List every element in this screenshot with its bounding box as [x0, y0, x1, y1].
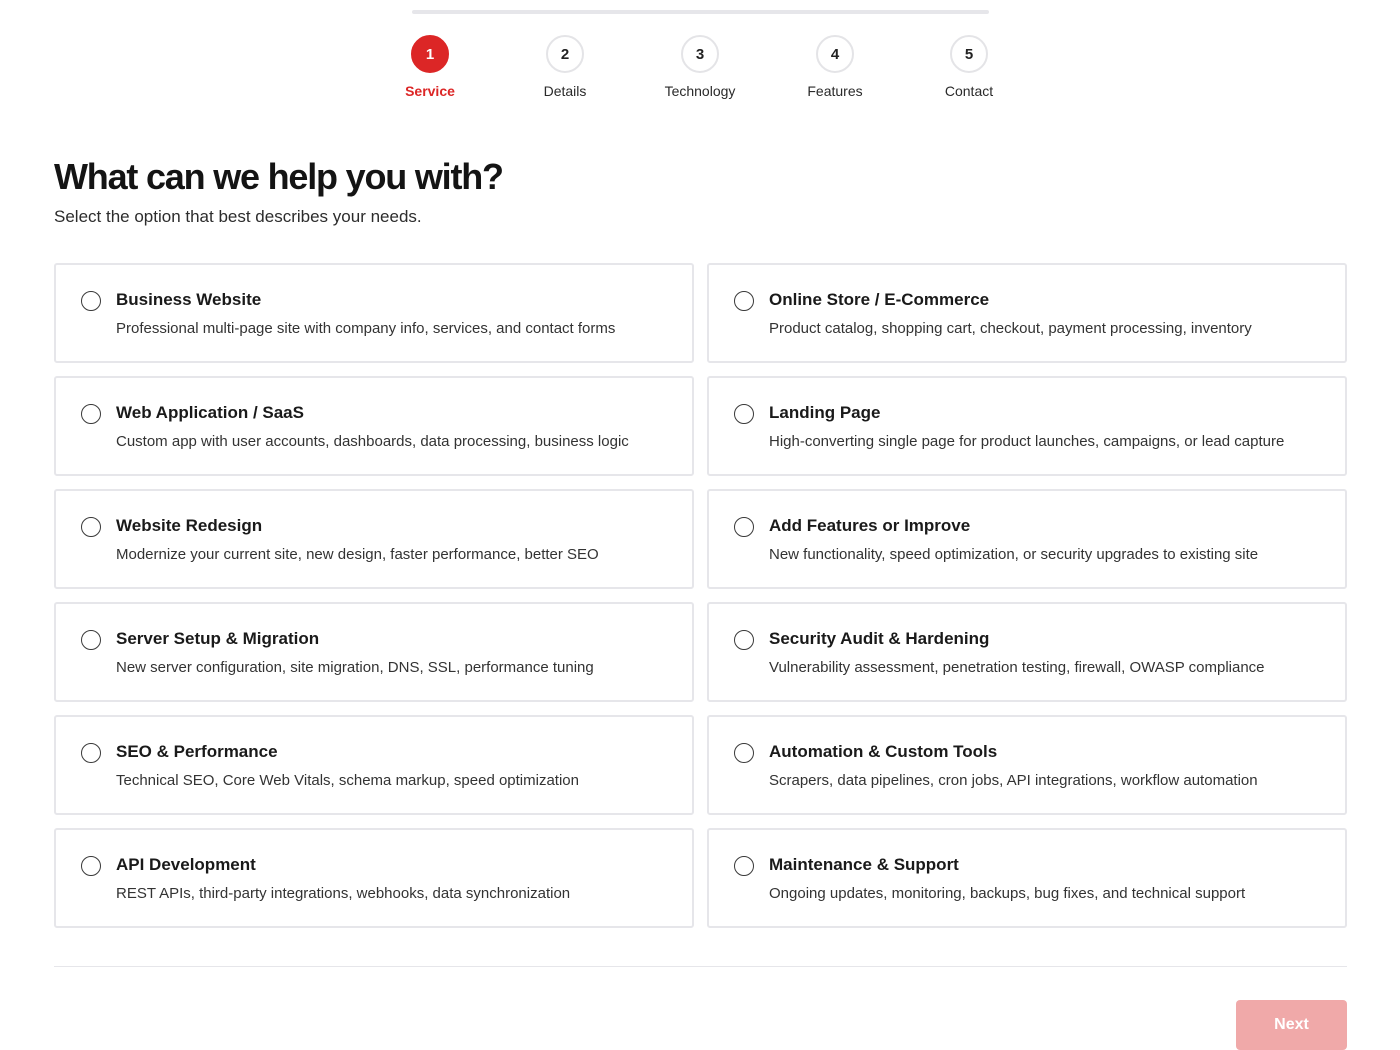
option-title: SEO & Performance [116, 742, 278, 761]
option-description: Scrapers, data pipelines, cron jobs, API… [769, 772, 1258, 789]
option-description: New functionality, speed optimization, o… [769, 546, 1259, 563]
option-title: Add Features or Improve [769, 516, 971, 535]
radio-button[interactable] [81, 404, 101, 424]
step-technology[interactable]: 3 Technology [640, 35, 760, 99]
footer-divider [54, 966, 1347, 967]
option-title: Online Store / E-Commerce [769, 290, 990, 309]
radio-button[interactable] [81, 630, 101, 650]
step-number-badge: 3 [681, 35, 719, 73]
option-title: Landing Page [769, 403, 881, 422]
option-card-security-audit[interactable]: Security Audit & Hardening Vulnerability… [707, 602, 1347, 702]
option-description: Custom app with user accounts, dashboard… [116, 433, 629, 450]
option-card-server-setup[interactable]: Server Setup & Migration New server conf… [54, 602, 694, 702]
radio-button[interactable] [734, 630, 754, 650]
step-details[interactable]: 2 Details [505, 35, 625, 99]
option-card-website-redesign[interactable]: Website Redesign Modernize your current … [54, 489, 694, 589]
step-contact[interactable]: 5 Contact [909, 35, 1029, 99]
step-label: Details [543, 83, 587, 99]
radio-button[interactable] [81, 291, 101, 311]
page-title: What can we help you with? [54, 156, 504, 197]
page-subtitle: Select the option that best describes yo… [54, 207, 422, 226]
option-title: Website Redesign [116, 516, 263, 535]
option-card-business-website[interactable]: Business Website Professional multi-page… [54, 263, 694, 363]
step-label: Technology [664, 83, 736, 99]
radio-button[interactable] [734, 856, 754, 876]
step-number-badge: 2 [546, 35, 584, 73]
stepper-progress-track [412, 10, 989, 14]
option-title: Security Audit & Hardening [769, 629, 990, 648]
step-number-badge: 4 [816, 35, 854, 73]
radio-button[interactable] [81, 856, 101, 876]
option-description: Ongoing updates, monitoring, backups, bu… [769, 885, 1246, 902]
option-description: New server configuration, site migration… [116, 659, 594, 676]
service-wizard-page: 1 Service 2 Details 3 Technology 4 Featu… [0, 0, 1400, 1050]
option-description: Professional multi-page site with compan… [116, 320, 616, 337]
step-label: Features [807, 83, 863, 99]
option-card-web-application[interactable]: Web Application / SaaS Custom app with u… [54, 376, 694, 476]
radio-button[interactable] [81, 517, 101, 537]
step-number-badge: 1 [411, 35, 449, 73]
option-card-seo-performance[interactable]: SEO & Performance Technical SEO, Core We… [54, 715, 694, 815]
option-card-landing-page[interactable]: Landing Page High-converting single page… [707, 376, 1347, 476]
option-description: Technical SEO, Core Web Vitals, schema m… [116, 772, 579, 789]
option-description: Modernize your current site, new design,… [116, 546, 599, 563]
step-features[interactable]: 4 Features [775, 35, 895, 99]
option-title: Server Setup & Migration [116, 629, 320, 648]
step-label: Contact [944, 83, 994, 99]
radio-button[interactable] [734, 404, 754, 424]
step-service[interactable]: 1 Service [370, 35, 490, 99]
option-title: Automation & Custom Tools [769, 742, 998, 761]
option-title: Maintenance & Support [769, 855, 959, 874]
option-title: Business Website [116, 290, 262, 309]
step-number-badge: 5 [950, 35, 988, 73]
next-button[interactable]: Next [1236, 1000, 1347, 1050]
step-label: Service [405, 83, 455, 99]
option-card-automation[interactable]: Automation & Custom Tools Scrapers, data… [707, 715, 1347, 815]
option-title: API Development [116, 855, 256, 874]
option-description: High-converting single page for product … [769, 433, 1285, 450]
option-card-maintenance[interactable]: Maintenance & Support Ongoing updates, m… [707, 828, 1347, 928]
option-description: Vulnerability assessment, penetration te… [769, 659, 1265, 676]
service-options-grid: Business Website Professional multi-page… [54, 263, 1347, 928]
radio-button[interactable] [734, 743, 754, 763]
option-card-add-features[interactable]: Add Features or Improve New functionalit… [707, 489, 1347, 589]
radio-button[interactable] [734, 517, 754, 537]
radio-button[interactable] [81, 743, 101, 763]
radio-button[interactable] [734, 291, 754, 311]
option-card-api-development[interactable]: API Development REST APIs, third-party i… [54, 828, 694, 928]
option-description: REST APIs, third-party integrations, web… [116, 885, 571, 902]
option-description: Product catalog, shopping cart, checkout… [769, 320, 1252, 337]
option-card-online-store[interactable]: Online Store / E-Commerce Product catalo… [707, 263, 1347, 363]
option-title: Web Application / SaaS [116, 403, 304, 422]
